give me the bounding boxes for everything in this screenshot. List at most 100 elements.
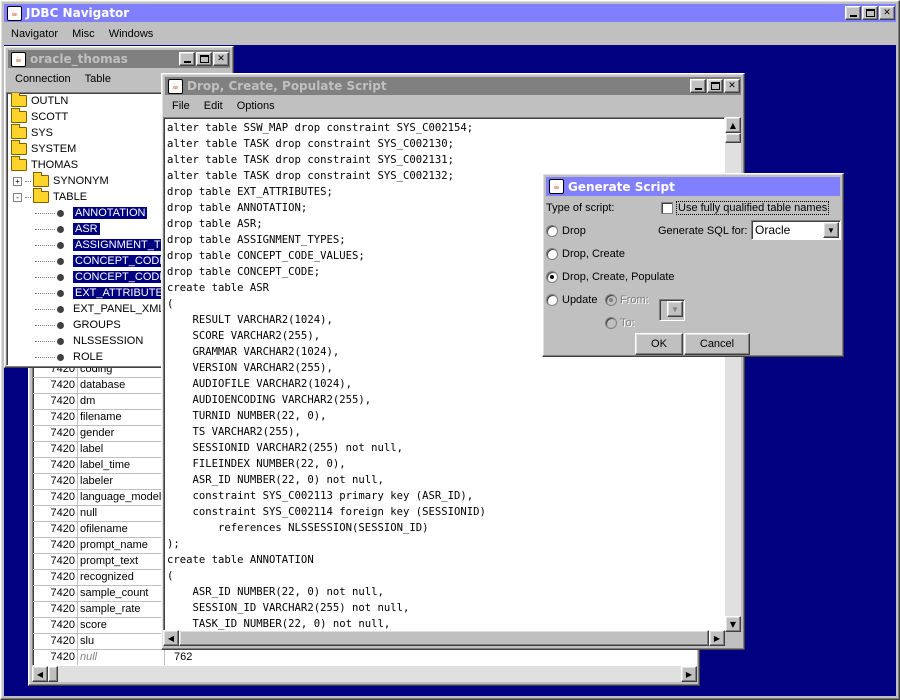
tree-connector — [35, 244, 55, 246]
code-line: VERSION VARCHAR2(255), — [167, 362, 333, 374]
close-button[interactable]: ✕ — [879, 6, 895, 20]
cell-name: ofilename — [78, 522, 165, 537]
tree-item[interactable]: - TABLE — [7, 188, 165, 205]
maximize-button[interactable] — [862, 6, 878, 20]
script-titlebar[interactable]: ☕ Drop, Create, Populate Script ✕ — [165, 77, 741, 95]
qualified-names-label[interactable]: Use fully qualified table names — [676, 201, 830, 215]
tree-item-label: THOMAS — [31, 159, 79, 171]
radio-to[interactable] — [605, 317, 617, 329]
collapse-icon[interactable]: - — [13, 192, 22, 202]
tree-item-label: SYNONYM — [53, 175, 109, 187]
code-line: alter table TASK drop constraint SYS_C00… — [167, 138, 455, 150]
dialog-titlebar[interactable]: ☕ Generate Script — [546, 177, 840, 196]
cell-name: label — [78, 442, 165, 457]
cell-id: 7420 — [33, 570, 78, 585]
menu-options[interactable]: Options — [230, 100, 282, 112]
tree-item[interactable]: ROLE — [7, 349, 165, 365]
minimize-button[interactable] — [690, 79, 706, 93]
cancel-button[interactable]: Cancel — [684, 333, 750, 355]
scroll-right-button[interactable]: ▶ — [709, 630, 725, 646]
menu-misc[interactable]: Misc — [65, 28, 102, 40]
expand-icon[interactable]: + — [13, 176, 22, 186]
tree-item[interactable]: OUTLN — [7, 93, 165, 109]
code-line: ( — [167, 570, 174, 582]
java-icon: ☕ — [168, 78, 183, 94]
main-menubar: Navigator Misc Windows — [4, 24, 896, 44]
java-icon: ☕ — [7, 5, 22, 21]
vscroll-thumb[interactable] — [725, 133, 741, 143]
tree-item[interactable]: SYSTEM — [7, 140, 165, 157]
close-button[interactable]: ✕ — [213, 52, 229, 66]
menu-windows[interactable]: Windows — [102, 28, 161, 40]
menu-table[interactable]: Table — [78, 73, 118, 85]
hscroll-thumb[interactable] — [48, 666, 58, 682]
minimize-button[interactable] — [179, 52, 195, 66]
qualified-names-checkbox[interactable] — [661, 202, 673, 214]
sql-dialect-select[interactable]: Oracle ▼ — [751, 220, 841, 240]
scroll-right-button[interactable]: ▶ — [681, 666, 697, 682]
main-titlebar[interactable]: ☕ JDBC Navigator ✕ — [4, 4, 896, 22]
tree-item[interactable]: ASR — [7, 221, 165, 237]
minimize-button[interactable] — [845, 6, 861, 20]
menu-edit[interactable]: Edit — [197, 100, 230, 112]
chevron-down-icon[interactable]: ▼ — [823, 222, 839, 238]
tree-connector — [35, 276, 55, 278]
version-select[interactable]: ▼ — [659, 299, 685, 321]
java-icon: ☕ — [11, 51, 26, 67]
oracle-titlebar[interactable]: ☕ oracle_thomas ✕ — [8, 50, 230, 68]
tree-item[interactable]: EXT_PANEL_XML — [7, 301, 165, 317]
close-button[interactable]: ✕ — [724, 79, 740, 93]
tree-item[interactable]: ASSIGNMENT_TYPES — [7, 237, 165, 253]
cell-id: 7420 — [33, 506, 78, 521]
tree-item[interactable]: SYS — [7, 124, 165, 141]
scroll-down-button[interactable]: ▼ — [725, 616, 741, 632]
radio-drop-create-populate[interactable] — [546, 271, 558, 283]
script-hscrollbar[interactable]: ◀ ▶ — [163, 630, 725, 646]
radio-drop-label[interactable]: Drop — [562, 225, 586, 237]
chevron-down-icon[interactable]: ▼ — [667, 301, 683, 317]
scroll-up-button[interactable]: ▲ — [725, 117, 741, 133]
radio-drop-create-label[interactable]: Drop, Create — [562, 248, 625, 260]
cell-id: 7420 — [33, 426, 78, 441]
maximize-button[interactable] — [707, 79, 723, 93]
table-row[interactable]: 7420 null 762 — [33, 650, 696, 665]
tree-item[interactable]: CONCEPT_CODE — [7, 253, 165, 269]
folder-icon — [11, 156, 27, 171]
menu-file[interactable]: File — [165, 100, 197, 112]
table-hscrollbar[interactable]: ◀ ▶ — [32, 666, 697, 682]
code-line: alter table TASK drop constraint SYS_C00… — [167, 154, 455, 166]
radio-drop[interactable] — [546, 225, 558, 237]
code-line: ASR_ID NUMBER(22, 0) not null, — [167, 586, 384, 598]
tree-item[interactable]: + SYNONYM — [7, 172, 165, 189]
table-icon — [57, 241, 64, 249]
maximize-button[interactable] — [196, 52, 212, 66]
tree-item-label: NLSSESSION — [73, 335, 144, 347]
cell-name: filename — [78, 410, 165, 425]
tree-item-label: GROUPS — [73, 319, 121, 331]
menu-connection[interactable]: Connection — [8, 73, 78, 85]
tree-item[interactable]: NLSSESSION — [7, 333, 165, 349]
tree-item[interactable]: THOMAS — [7, 156, 165, 173]
cell-id: 7420 — [33, 650, 78, 665]
radio-update-label[interactable]: Update — [562, 294, 597, 306]
menu-navigator[interactable]: Navigator — [4, 28, 65, 40]
tree-item-label: TABLE — [53, 191, 88, 203]
scroll-left-button[interactable]: ◀ — [163, 630, 179, 646]
scroll-left-button[interactable]: ◀ — [32, 666, 48, 682]
tree-connector — [35, 228, 55, 230]
generate-sql-for-label: Generate SQL for: — [658, 225, 748, 237]
tree-item[interactable]: EXT_ATTRIBUTES — [7, 285, 165, 301]
tree-item[interactable]: GROUPS — [7, 317, 165, 333]
folder-icon — [11, 108, 27, 123]
ok-button[interactable]: OK — [635, 333, 683, 355]
radio-update[interactable] — [546, 294, 558, 306]
tree-connector — [35, 212, 55, 214]
dialog-title: Generate Script — [568, 179, 675, 194]
radio-drop-create[interactable] — [546, 248, 558, 260]
radio-drop-create-populate-label[interactable]: Drop, Create, Populate — [562, 271, 675, 283]
tree-item[interactable]: SCOTT — [7, 108, 165, 125]
hscroll-thumb[interactable] — [179, 630, 709, 646]
tree-item[interactable]: CONCEPT_CODE_VALUES — [7, 269, 165, 285]
radio-from[interactable] — [605, 294, 617, 306]
tree-item[interactable]: ANNOTATION — [7, 205, 165, 221]
